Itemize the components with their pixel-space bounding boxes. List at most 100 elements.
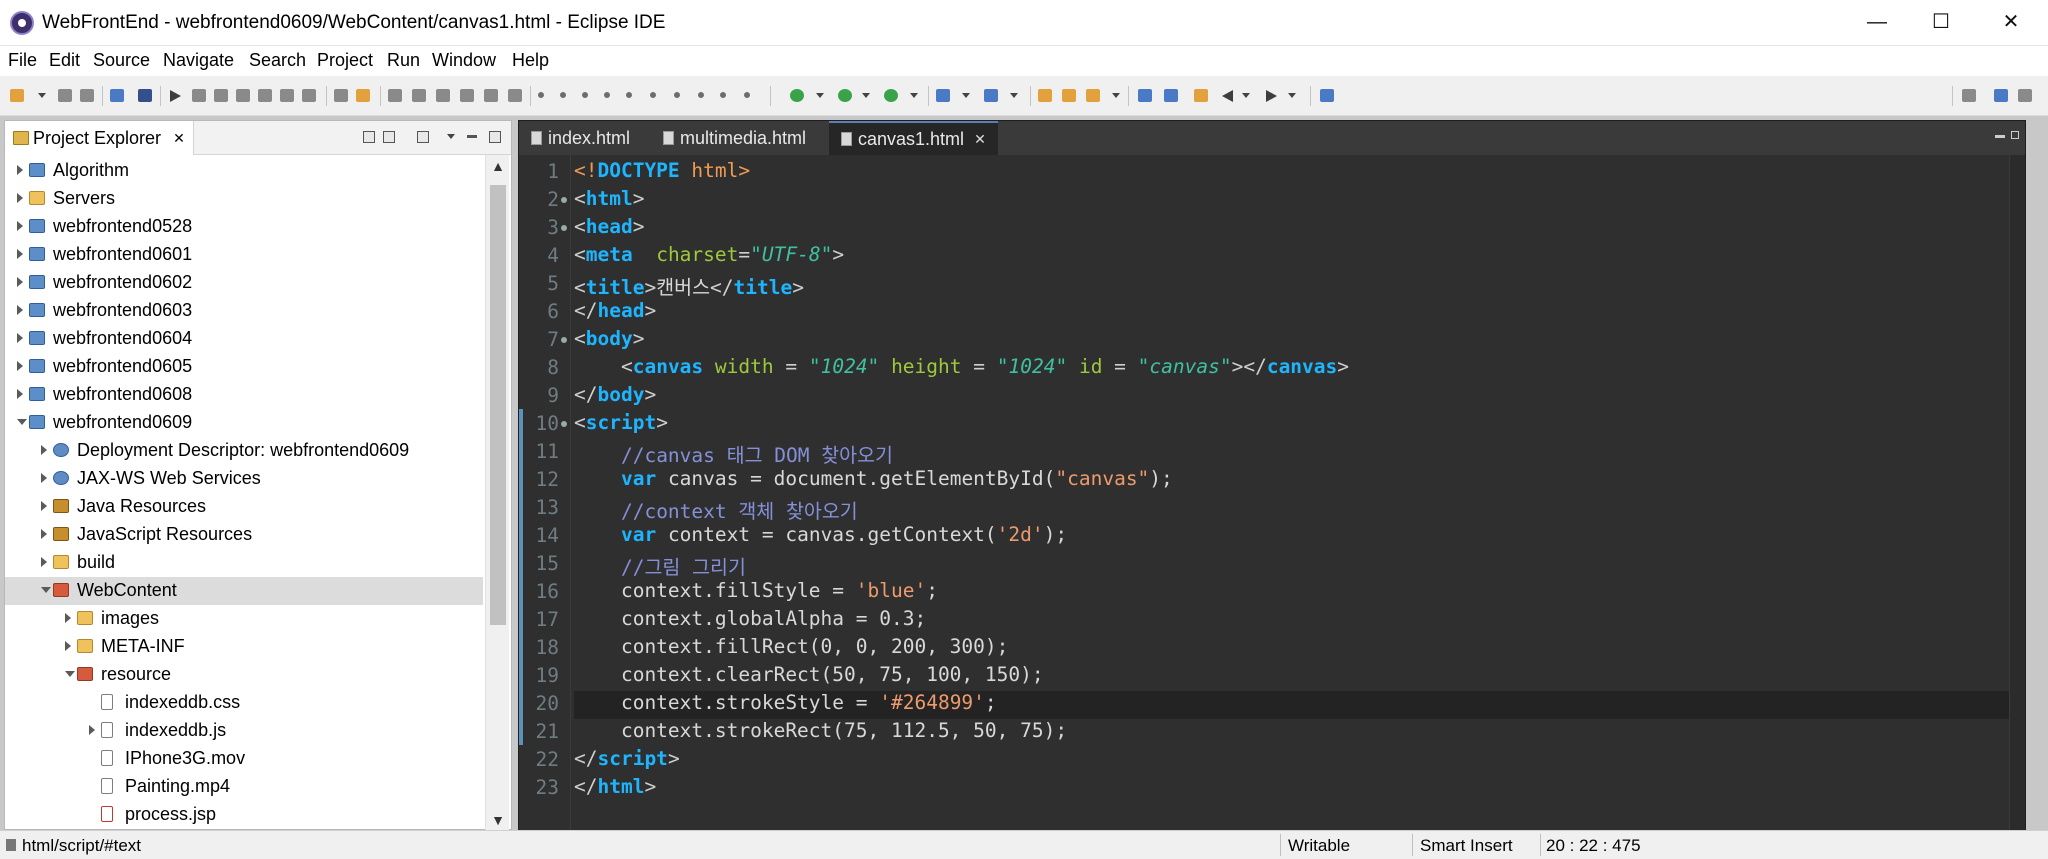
annotation-icon[interactable] <box>538 92 544 98</box>
tree-item[interactable]: webfrontend0528 <box>5 213 483 241</box>
view-menu-icon[interactable] <box>447 134 455 139</box>
code-line[interactable]: <head> <box>574 215 644 243</box>
code-line[interactable]: context.globalAlpha = 0.3; <box>574 607 926 635</box>
square-icon[interactable] <box>604 92 610 98</box>
brush-dropdown-icon[interactable] <box>1112 93 1120 98</box>
fold-marker-icon[interactable] <box>561 197 567 203</box>
collapsed-arrow-icon[interactable] <box>17 361 23 371</box>
fold-marker-icon[interactable] <box>561 225 567 231</box>
filter-icon[interactable] <box>417 131 429 143</box>
hierarchy-icon[interactable] <box>460 89 474 102</box>
forward-icon[interactable] <box>1266 90 1277 102</box>
run-dropdown-icon[interactable] <box>862 93 870 98</box>
collapsed-arrow-icon[interactable] <box>41 445 47 455</box>
tree-item[interactable]: WebContent <box>5 577 483 605</box>
minimize-editor-icon[interactable] <box>1995 135 2005 138</box>
tree-item[interactable]: webfrontend0608 <box>5 381 483 409</box>
layout-icon[interactable] <box>508 89 522 102</box>
code-line[interactable]: context.fillStyle = 'blue'; <box>574 579 938 607</box>
code-line[interactable]: var context = canvas.getContext('2d'); <box>574 523 1067 551</box>
collapsed-arrow-icon[interactable] <box>65 641 71 651</box>
collapsed-arrow-icon[interactable] <box>65 613 71 623</box>
tree-item[interactable]: webfrontend0603 <box>5 297 483 325</box>
vertical-scrollbar[interactable]: ▲ ▼ <box>485 155 509 831</box>
collapsed-arrow-icon[interactable] <box>41 501 47 511</box>
menu-run[interactable]: Run <box>387 50 420 71</box>
tree-item[interactable]: Painting.mp4 <box>5 773 483 801</box>
web-browser-dropdown-icon[interactable] <box>1010 93 1018 98</box>
disconnect-icon[interactable] <box>236 89 250 102</box>
collapsed-arrow-icon[interactable] <box>17 221 23 231</box>
close-icon[interactable]: ✕ <box>173 130 185 147</box>
code-line[interactable]: </head> <box>574 299 656 327</box>
tree-icon[interactable] <box>436 89 450 102</box>
run-icon[interactable] <box>838 89 852 102</box>
debug-icon[interactable] <box>790 89 804 102</box>
expanded-arrow-icon[interactable] <box>17 419 27 425</box>
debug-dropdown-icon[interactable] <box>816 93 824 98</box>
new-server-dropdown-icon[interactable] <box>962 93 970 98</box>
link-icon[interactable] <box>626 92 632 98</box>
step-into-icon[interactable] <box>258 89 272 102</box>
tab-multimedia-html[interactable]: multimedia.html <box>651 121 818 155</box>
link-with-editor-icon[interactable] <box>383 131 395 143</box>
collapsed-arrow-icon[interactable] <box>17 305 23 315</box>
suspend-icon[interactable] <box>192 89 206 102</box>
tree-item[interactable]: process.jsp <box>5 801 483 829</box>
pin-editor-icon[interactable] <box>1320 89 1334 102</box>
tree-item[interactable]: IPhone3G.mov <box>5 745 483 773</box>
web-browser-icon[interactable] <box>984 89 998 102</box>
align-icon[interactable] <box>388 89 402 102</box>
tree-item[interactable]: JavaScript Resources <box>5 521 483 549</box>
forward-dropdown-icon[interactable] <box>1288 93 1296 98</box>
save-icon[interactable] <box>58 89 72 102</box>
debug-perspective-icon[interactable] <box>2018 89 2032 102</box>
back-dropdown-icon[interactable] <box>1242 93 1250 98</box>
expanded-arrow-icon[interactable] <box>41 587 51 593</box>
tree-item[interactable]: META-INF <box>5 633 483 661</box>
skip-breakpoints-icon[interactable] <box>138 89 152 102</box>
step-over-icon[interactable] <box>280 89 294 102</box>
collapsed-arrow-icon[interactable] <box>17 333 23 343</box>
maximize-editor-icon[interactable] <box>2011 131 2019 139</box>
collapsed-arrow-icon[interactable] <box>17 249 23 259</box>
last-edit-icon[interactable] <box>744 92 750 98</box>
open-type-icon[interactable] <box>1038 89 1052 102</box>
collapsed-arrow-icon[interactable] <box>17 389 23 399</box>
code-line[interactable]: <meta charset="UTF-8"> <box>574 243 844 271</box>
brush-icon[interactable] <box>1086 89 1100 102</box>
tree-item[interactable]: build <box>5 549 483 577</box>
dot-icon[interactable] <box>674 92 680 98</box>
scroll-up-icon[interactable]: ▲ <box>486 155 510 177</box>
minimize-icon[interactable] <box>467 135 477 138</box>
code-line[interactable]: <body> <box>574 327 644 355</box>
menu-window[interactable]: Window <box>432 50 496 71</box>
collapsed-arrow-icon[interactable] <box>89 725 95 735</box>
outline-icon[interactable] <box>412 89 426 102</box>
fold-marker-icon[interactable] <box>561 421 567 427</box>
globe-icon[interactable] <box>1138 89 1152 102</box>
code-line[interactable]: </body> <box>574 383 656 411</box>
menu-source[interactable]: Source <box>93 50 150 71</box>
new-icon[interactable] <box>10 89 24 102</box>
menu-edit[interactable]: Edit <box>49 50 80 71</box>
tree-item[interactable]: resource <box>5 661 483 689</box>
use-step-filters-icon[interactable] <box>334 89 348 102</box>
tree-item[interactable]: images <box>5 605 483 633</box>
code-line[interactable]: <title>캔버스</title> <box>574 271 804 299</box>
tree-item[interactable]: webfrontend0604 <box>5 325 483 353</box>
code-line[interactable]: var canvas = document.getElementById("ca… <box>574 467 1173 495</box>
collapsed-arrow-icon[interactable] <box>17 277 23 287</box>
scroll-thumb[interactable] <box>490 185 506 625</box>
code-line[interactable]: context.strokeRect(75, 112.5, 50, 75); <box>574 719 1067 747</box>
tree-item[interactable]: Deployment Descriptor: webfrontend0609 <box>5 437 483 465</box>
tab-index-html[interactable]: index.html <box>519 121 642 155</box>
toggle-mark-icon[interactable] <box>356 89 370 102</box>
menu-file[interactable]: File <box>8 50 37 71</box>
external-tools-icon[interactable] <box>884 89 898 102</box>
triangle-icon[interactable] <box>582 92 588 98</box>
menu-project[interactable]: Project <box>317 50 373 71</box>
code-line[interactable]: context.strokeStyle = '#264899'; <box>574 691 2024 719</box>
collapsed-arrow-icon[interactable] <box>17 165 23 175</box>
tab-project-explorer[interactable]: Project Explorer ✕ <box>5 121 194 155</box>
